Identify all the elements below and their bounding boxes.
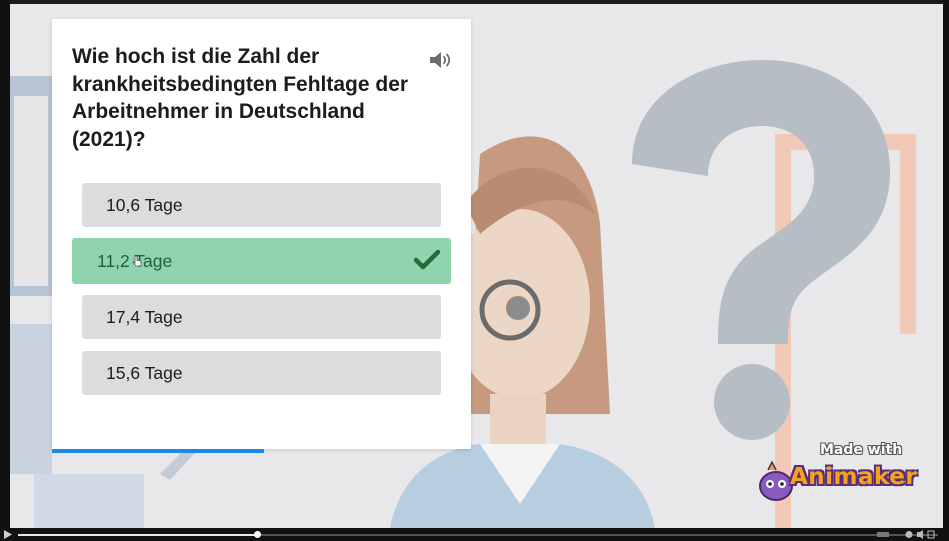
answer-label: 15,6 Tage	[106, 362, 183, 383]
answer-option[interactable]: 17,4 Tage	[82, 295, 441, 339]
player-controls	[0, 528, 949, 541]
fullscreen-icon	[927, 530, 935, 539]
speaker-icon[interactable]	[428, 49, 454, 71]
card-accent-bar	[52, 449, 264, 453]
checkmark-icon	[414, 250, 440, 270]
volume-icon	[917, 530, 923, 539]
video-frame: Wie hoch ist die Zahl der krankheitsbedi…	[10, 4, 943, 528]
answer-label: 10,6 Tage	[106, 194, 183, 215]
quiz-card: Wie hoch ist die Zahl der krankheitsbedi…	[52, 19, 471, 453]
answer-option[interactable]: 10,6 Tage	[82, 183, 441, 227]
settings-icon	[877, 532, 889, 537]
video-player: Wie hoch ist die Zahl der krankheitsbedi…	[0, 0, 949, 541]
player-frame-left	[0, 0, 10, 541]
progress-handle[interactable]	[254, 531, 261, 538]
animaker-watermark: Made with Animaker	[750, 442, 920, 508]
watermark-made-with: Made with	[820, 442, 903, 458]
progress-fill	[18, 534, 257, 536]
answer-label: 11,2 Tage	[97, 250, 173, 271]
quiz-question: Wie hoch ist die Zahl der krankheitsbedi…	[72, 45, 409, 151]
play-icon[interactable]	[4, 530, 12, 539]
hand-cursor-icon	[132, 255, 142, 267]
answer-option[interactable]: 15,6 Tage	[82, 351, 441, 395]
player-control-icons	[877, 530, 935, 539]
answer-label: 17,4 Tage	[106, 306, 183, 327]
gear-icon	[905, 531, 913, 538]
watermark-brand: Animaker	[790, 464, 918, 490]
player-frame-right	[943, 0, 949, 541]
answer-option-correct[interactable]: 11,2 Tage	[72, 238, 451, 284]
